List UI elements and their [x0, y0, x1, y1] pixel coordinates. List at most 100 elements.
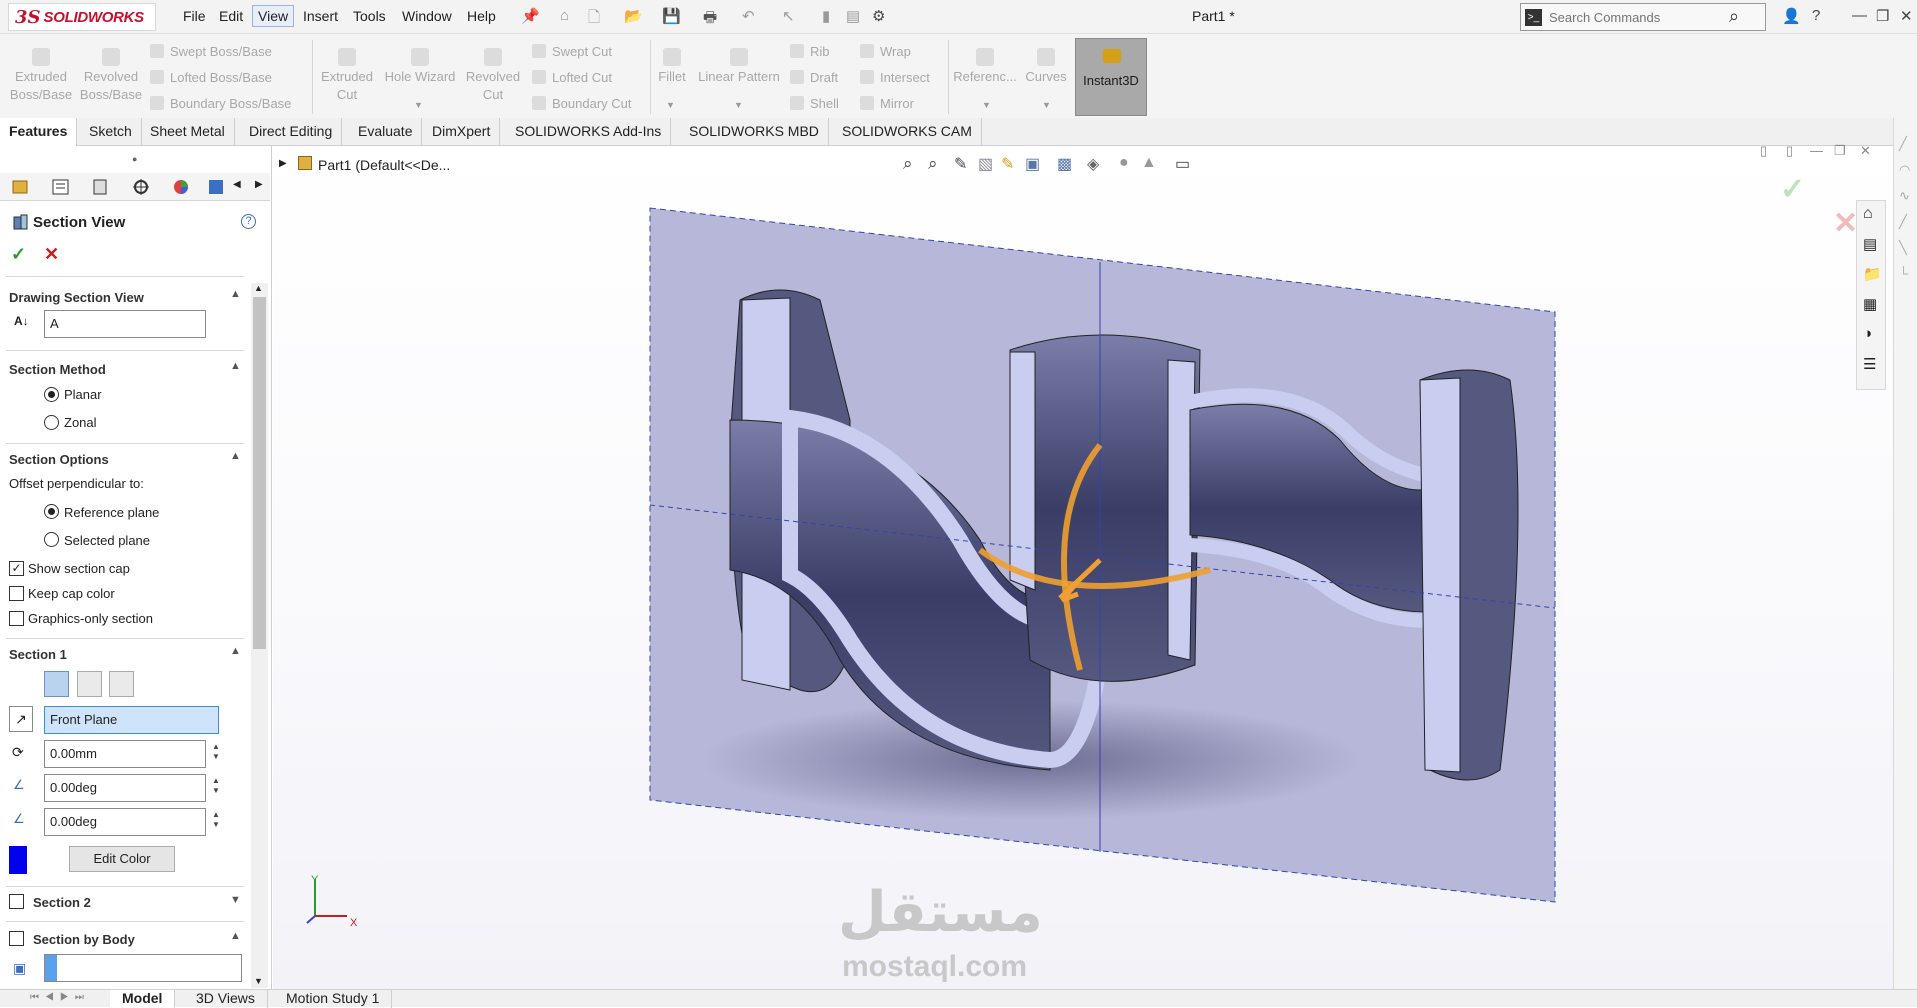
view-settings-icon[interactable]: ▭ — [1175, 154, 1190, 174]
search-commands[interactable]: >_ ⌕ — [1520, 3, 1766, 31]
section-side-1-button[interactable] — [44, 671, 69, 697]
extruded-cut-button[interactable]: Extruded Cut — [314, 48, 380, 104]
menu-insert[interactable]: Insert — [303, 8, 338, 24]
x-rotation-spinner-icon[interactable]: ▲ ▼ — [212, 776, 220, 796]
select-icon[interactable]: ↖ — [782, 7, 795, 25]
tab-navigation-icon[interactable]: ⏮◀▶⏭ — [30, 992, 90, 1003]
appearances-icon[interactable]: ◑ — [1863, 325, 1872, 342]
draft-button[interactable]: Draft — [790, 70, 838, 85]
previous-view-icon[interactable]: ✎ — [954, 154, 967, 174]
viewport-tile-icon[interactable]: ▯ — [1760, 143, 1767, 159]
section2-checkbox[interactable] — [9, 894, 24, 909]
hide-show-icon[interactable]: ◈ — [1087, 154, 1099, 174]
ok-check-icon[interactable]: ✓ — [11, 244, 26, 265]
print-icon[interactable]: 🖶 — [703, 7, 717, 32]
new-document-icon[interactable]: 🗋 — [588, 7, 600, 32]
boundary-boss-button[interactable]: Boundary Boss/Base — [150, 96, 291, 111]
confirm-cancel-icon[interactable]: ✕ — [1833, 206, 1858, 241]
pattern-dropdown-icon[interactable]: ▼ — [734, 100, 743, 110]
zoom-to-fit-icon[interactable]: ⌕ — [903, 154, 913, 174]
custom-properties-icon[interactable]: ☰ — [1863, 355, 1876, 373]
scroll-down-icon[interactable]: ▼ — [254, 976, 263, 986]
panel-scrollbar[interactable]: ▲ ▼ — [251, 283, 268, 988]
section-side-2-button[interactable] — [77, 671, 102, 697]
viewport-restore-icon[interactable]: ❐ — [1834, 143, 1846, 159]
display-style-icon[interactable]: ▩ — [1057, 154, 1072, 174]
swept-cut-button[interactable]: Swept Cut — [532, 44, 612, 59]
tree-expand-icon[interactable]: ▶ — [279, 158, 287, 169]
viewport-link-icon[interactable]: ▯ — [1786, 143, 1793, 159]
collapse-chevron-icon[interactable]: ▲ — [230, 360, 241, 372]
x-rotation-field[interactable]: 0.00deg — [44, 774, 206, 802]
feature-manager-icon[interactable] — [10, 177, 32, 197]
menu-view[interactable]: View — [252, 5, 295, 27]
body-selection-field[interactable] — [44, 954, 242, 982]
section-by-body-checkbox[interactable] — [9, 931, 24, 946]
undo-icon[interactable]: ↶ — [742, 7, 755, 25]
tab-scroll-right-icon[interactable]: ▶ — [255, 179, 263, 190]
confirm-ok-icon[interactable]: ✓ — [1780, 172, 1805, 207]
resources-home-icon[interactable]: ⌂ — [1863, 205, 1873, 223]
intersect-button[interactable]: Intersect — [860, 70, 930, 85]
offset-distance-field[interactable]: 0.00mm — [44, 740, 206, 768]
apply-scene-icon[interactable]: ▲ — [1141, 154, 1157, 172]
tab-scroll-left-icon[interactable]: ◀ — [233, 179, 241, 190]
tab-motion-study[interactable]: Motion Study 1 — [274, 990, 393, 1008]
home-icon[interactable]: ⌂ — [560, 7, 569, 24]
cam-manager-icon[interactable] — [206, 177, 228, 197]
planar-radio[interactable] — [44, 387, 59, 402]
tab-direct-editing[interactable]: Direct Editing — [240, 118, 343, 146]
tab-evaluate[interactable]: Evaluate — [349, 118, 423, 146]
search-input[interactable] — [1549, 8, 1724, 26]
pin-icon[interactable]: 📌 — [521, 7, 540, 25]
fillet-button[interactable]: Fillet — [652, 48, 692, 86]
viewport-minimize-icon[interactable]: — — [1810, 143, 1823, 158]
search-scope-icon[interactable]: >_ — [1525, 9, 1542, 26]
close-icon[interactable]: ✕ — [1900, 7, 1913, 25]
help-question-icon[interactable]: ? — [241, 214, 256, 229]
panel-grip-icon[interactable]: ● — [132, 154, 137, 164]
file-properties-icon[interactable]: ▤ — [846, 7, 860, 25]
rib-button[interactable]: Rib — [790, 44, 830, 59]
tab-mbd[interactable]: SOLIDWORKS MBD — [680, 118, 829, 146]
show-section-cap-checkbox[interactable]: ✓ — [9, 561, 24, 576]
selected-plane-radio[interactable] — [44, 532, 59, 547]
curves-button[interactable]: Curves — [1020, 48, 1072, 86]
edit-color-button[interactable]: Edit Color — [69, 846, 175, 872]
dimxpert-manager-icon[interactable] — [130, 177, 152, 197]
edit-appearance-icon[interactable]: ● — [1119, 154, 1129, 172]
spline-tool-icon[interactable]: ∿ — [1899, 188, 1910, 204]
model-viewport[interactable] — [273, 146, 1897, 989]
swept-boss-button[interactable]: Swept Boss/Base — [150, 44, 272, 59]
mirror-button[interactable]: Mirror — [860, 96, 914, 111]
menu-tools[interactable]: Tools — [353, 8, 386, 24]
scrollbar-thumb[interactable] — [253, 297, 266, 649]
help-icon[interactable]: ? — [1812, 7, 1820, 24]
tab-cam[interactable]: SOLIDWORKS CAM — [833, 118, 982, 146]
tab-sketch[interactable]: Sketch — [80, 118, 142, 146]
boundary-cut-button[interactable]: Boundary Cut — [532, 96, 632, 111]
trim-tool-icon[interactable]: ╲ — [1899, 240, 1907, 256]
collapse-chevron-icon[interactable]: ▲ — [230, 450, 241, 462]
solidworks-logo[interactable]: 3S SOLIDWORKS — [8, 3, 156, 31]
configuration-manager-icon[interactable] — [90, 177, 112, 197]
user-icon[interactable]: 👤 — [1782, 7, 1801, 25]
restore-icon[interactable]: ❐ — [1876, 7, 1889, 25]
lofted-boss-button[interactable]: Lofted Boss/Base — [150, 70, 272, 85]
expand-chevron-icon[interactable]: ▼ — [230, 894, 241, 906]
reference-dropdown-icon[interactable]: ▼ — [982, 100, 991, 110]
open-icon[interactable]: 📂 — [624, 7, 643, 25]
tab-addins[interactable]: SOLIDWORKS Add-Ins — [506, 118, 672, 146]
menu-help[interactable]: Help — [467, 8, 496, 24]
hole-wizard-button[interactable]: Hole Wizard — [382, 48, 458, 86]
tab-features[interactable]: Features — [0, 118, 78, 146]
reference-geometry-button[interactable]: Referenc... — [950, 48, 1020, 86]
save-icon[interactable]: 💾 — [662, 7, 681, 25]
curves-dropdown-icon[interactable]: ▼ — [1042, 100, 1051, 110]
lofted-cut-button[interactable]: Lofted Cut — [532, 70, 612, 85]
offset-spinner-icon[interactable]: ▲ ▼ — [212, 742, 220, 762]
collapse-chevron-icon[interactable]: ▲ — [230, 930, 241, 942]
section-plane-field[interactable]: Front Plane — [44, 706, 219, 734]
fillet-sketch-icon[interactable]: └ — [1899, 266, 1908, 281]
property-manager-icon[interactable] — [50, 177, 72, 197]
